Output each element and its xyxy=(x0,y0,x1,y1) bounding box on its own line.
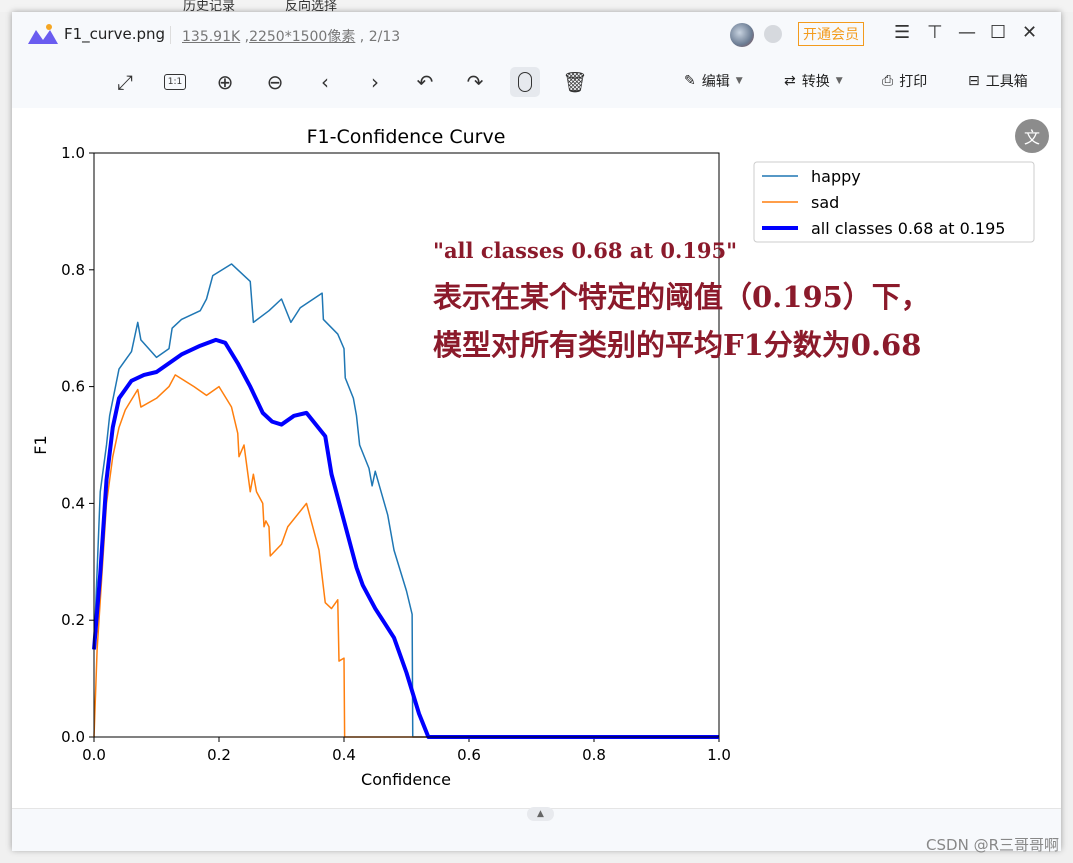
x-tick-label: 1.0 xyxy=(707,746,731,764)
y-tick-label: 0.4 xyxy=(61,494,85,512)
x-tick-label: 0.8 xyxy=(582,746,606,764)
x-tick-label: 0.0 xyxy=(82,746,106,764)
watermark: CSDN @R三哥哥啊 xyxy=(926,836,1059,854)
x-tick-label: 0.4 xyxy=(332,746,356,764)
x-axis-label: Confidence xyxy=(361,770,451,789)
annotation-line-1: 表示在某个特定的阈值（0.195）下， xyxy=(433,280,930,314)
annotation-quote: "all classes 0.68 at 0.195" xyxy=(433,238,738,263)
f1-confidence-chart: F1-Confidence Curve Confidence F1 0.0 0.2… xyxy=(31,126,1035,789)
x-tick-label: 0.6 xyxy=(457,746,481,764)
x-tick-label: 0.2 xyxy=(207,746,231,764)
y-tick-label: 0.2 xyxy=(61,611,85,629)
y-tick-label: 0.0 xyxy=(61,728,85,746)
chart-title: F1-Confidence Curve xyxy=(307,126,506,148)
legend: happy sad all classes 0.68 at 0.195 xyxy=(753,161,1035,243)
legend-label: happy xyxy=(811,167,861,186)
legend-label: all classes 0.68 at 0.195 xyxy=(811,219,1005,238)
series-line-sad xyxy=(93,374,719,738)
y-tick-label: 0.6 xyxy=(61,378,85,396)
y-tick-label: 0.8 xyxy=(61,261,85,279)
series-line-all xyxy=(92,337,719,739)
y-tick-label: 1.0 xyxy=(61,144,85,162)
annotation-line-2: 模型对所有类别的平均F1分数为0.68 xyxy=(433,328,922,362)
y-axis-label: F1 xyxy=(31,435,50,454)
legend-label: sad xyxy=(811,193,839,212)
